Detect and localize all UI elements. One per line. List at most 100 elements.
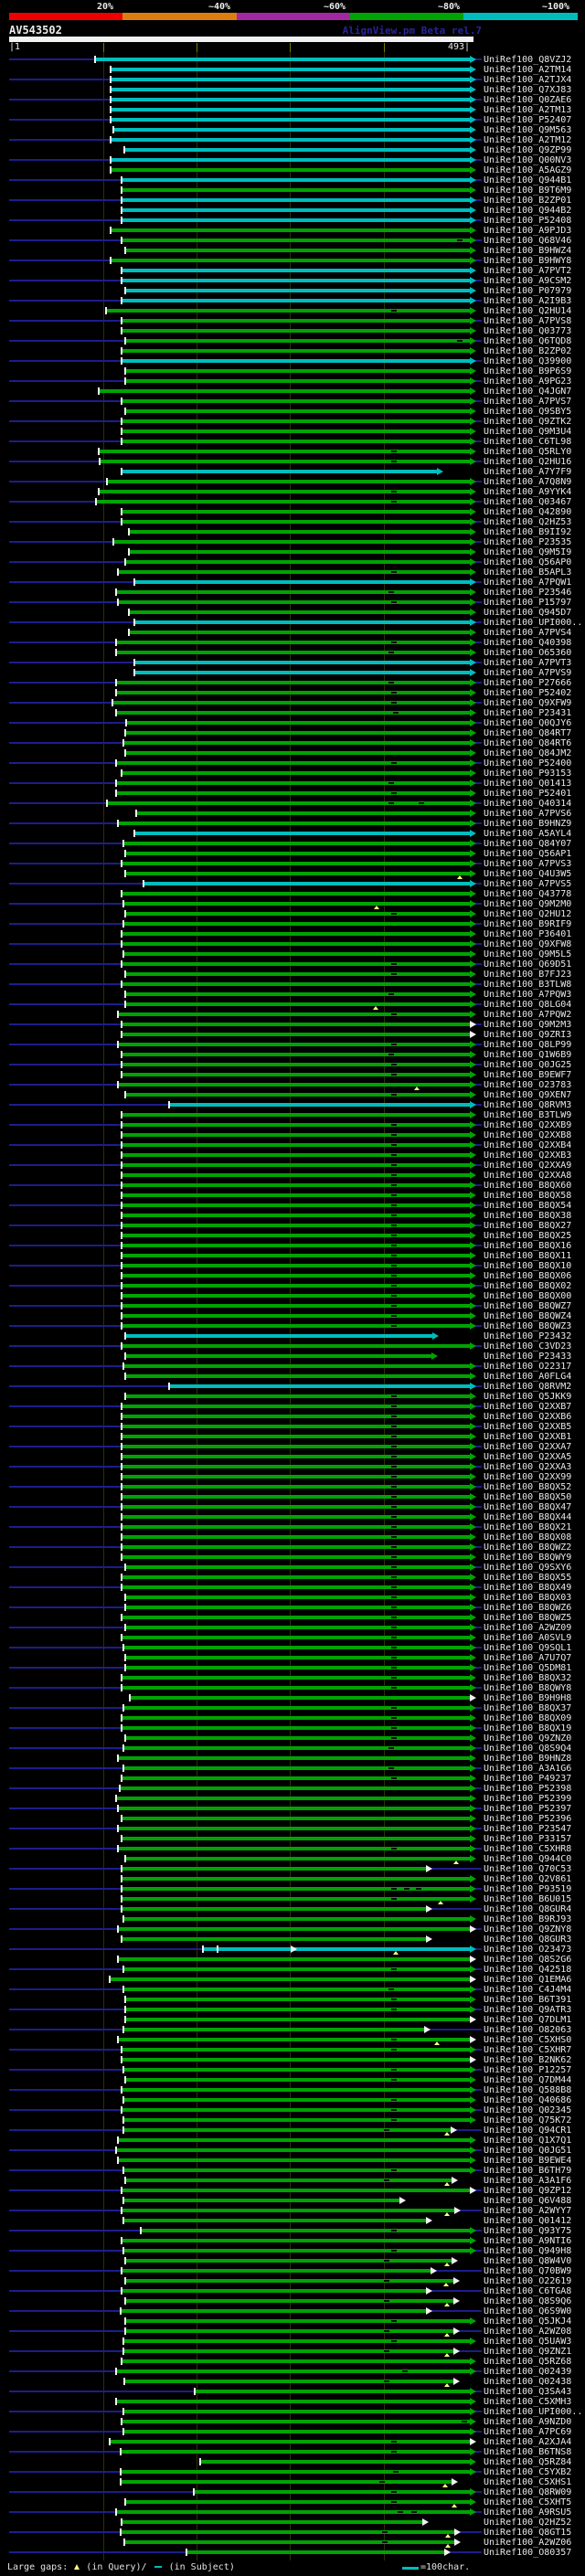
hit-label[interactable]: UniRef100_B8QX02 — [484, 1281, 571, 1291]
hit-row[interactable]: UniRef100_P27666 — [0, 678, 585, 688]
hit-row[interactable]: UniRef100_B9HNZ9 — [0, 819, 585, 829]
hit-row[interactable]: UniRef100_P23431 — [0, 708, 585, 718]
hit-row[interactable]: UniRef100_P23546 — [0, 588, 585, 598]
hit-row[interactable]: UniRef100_Q2XXA3 — [0, 1462, 585, 1472]
hit-label[interactable]: UniRef100_B5APL3 — [484, 567, 571, 578]
hit-row[interactable]: UniRef100_B8QX11 — [0, 1251, 585, 1261]
hit-label[interactable]: UniRef100_Q5JKJ4 — [484, 2316, 571, 2327]
hit-row[interactable]: UniRef100_Q5UAW3 — [0, 2337, 585, 2347]
hit-label[interactable]: UniRef100_Q9SQL1 — [484, 1643, 571, 1653]
hit-label[interactable]: UniRef100_Q7XJ83 — [484, 85, 571, 95]
hit-row[interactable]: UniRef100_Q9ZP99 — [0, 145, 585, 155]
hit-label[interactable]: UniRef100_B6U015 — [484, 1894, 571, 1904]
hit-label[interactable]: UniRef100_Q00NV3 — [484, 155, 571, 165]
hit-row[interactable]: UniRef100_Q70C53 — [0, 1864, 585, 1874]
hit-row[interactable]: UniRef100_Q8S9Q6 — [0, 2296, 585, 2306]
hit-label[interactable]: UniRef100_C4J4M4 — [484, 1985, 571, 1995]
hit-row[interactable]: UniRef100_A3A1F6 — [0, 2176, 585, 2186]
hit-label[interactable]: UniRef100_Q9XEN7 — [484, 1090, 571, 1100]
hit-row[interactable]: UniRef100_B8QX03 — [0, 1593, 585, 1603]
hit-row[interactable]: UniRef100_Q944B1 — [0, 175, 585, 186]
hit-label[interactable]: UniRef100_Q6S9W0 — [484, 2306, 571, 2316]
hit-label[interactable]: UniRef100_Q39900 — [484, 356, 571, 366]
hit-row[interactable]: UniRef100_P52407 — [0, 115, 585, 125]
hit-label[interactable]: UniRef100_UPI000.. — [484, 618, 582, 628]
hit-row[interactable]: UniRef100_Q6S9W0 — [0, 2306, 585, 2316]
hit-row[interactable]: UniRef100_P93153 — [0, 769, 585, 779]
hit-label[interactable]: UniRef100_P52399 — [484, 1794, 571, 1804]
hit-label[interactable]: UniRef100_Q9ZP99 — [484, 145, 571, 155]
hit-row[interactable]: UniRef100_Q4JGN7 — [0, 387, 585, 397]
hit-label[interactable]: UniRef100_Q9XFW8 — [484, 939, 571, 949]
hit-label[interactable]: UniRef100_Q2XXA8 — [484, 1171, 571, 1181]
hit-label[interactable]: UniRef100_Q2XX99 — [484, 1472, 571, 1482]
hit-row[interactable]: UniRef100_B8QX38 — [0, 1211, 585, 1221]
hit-label[interactable]: UniRef100_Q56AP1 — [484, 849, 571, 859]
hit-label[interactable]: UniRef100_P23535 — [484, 537, 571, 547]
hit-row[interactable]: UniRef100_Q40686 — [0, 2095, 585, 2105]
hit-row[interactable]: UniRef100_Q0JG25 — [0, 1060, 585, 1070]
hit-label[interactable]: UniRef100_B9H9H8 — [484, 1693, 571, 1703]
hit-row[interactable]: UniRef100_Q588B8 — [0, 2085, 585, 2095]
hit-row[interactable]: UniRef100_Q8S9Q4 — [0, 1744, 585, 1754]
hit-row[interactable]: UniRef100_Q93Y75 — [0, 2226, 585, 2236]
hit-row[interactable]: UniRef100_P23535 — [0, 537, 585, 547]
hit-row[interactable]: UniRef100_A9RSU5 — [0, 2507, 585, 2518]
hit-label[interactable]: UniRef100_O80357 — [484, 2548, 571, 2558]
hit-label[interactable]: UniRef100_A7U7Q7 — [484, 1653, 571, 1663]
hit-label[interactable]: UniRef100_Q7DM44 — [484, 2075, 571, 2085]
hit-row[interactable]: UniRef100_A2TJX4 — [0, 75, 585, 85]
hit-row[interactable]: UniRef100_Q1EMA6 — [0, 1975, 585, 1985]
hit-row[interactable]: UniRef100_A2WZ06 — [0, 2538, 585, 2548]
hit-row[interactable]: UniRef100_P52408 — [0, 216, 585, 226]
hit-label[interactable]: UniRef100_Q40314 — [484, 799, 571, 809]
hit-row[interactable]: UniRef100_A3A1G6 — [0, 1764, 585, 1774]
hit-row[interactable]: UniRef100_B8QX09 — [0, 1713, 585, 1723]
hit-label[interactable]: UniRef100_B8QX54 — [484, 1201, 571, 1211]
hit-row[interactable]: UniRef100_P12257 — [0, 2065, 585, 2075]
hit-label[interactable]: UniRef100_Q5RLY0 — [484, 447, 571, 457]
hit-row[interactable]: UniRef100_Q02345 — [0, 2105, 585, 2115]
hit-label[interactable]: UniRef100_Q2XXA7 — [484, 1442, 571, 1452]
hit-label[interactable]: UniRef100_B9EWE4 — [484, 2156, 571, 2166]
hit-label[interactable]: UniRef100_Q0ZAE6 — [484, 95, 571, 105]
hit-label[interactable]: UniRef100_O22317 — [484, 1362, 571, 1372]
hit-label[interactable]: UniRef100_A7PC69 — [484, 2427, 571, 2437]
hit-row[interactable]: UniRef100_C3VD23 — [0, 1341, 585, 1352]
hit-label[interactable]: UniRef100_P23431 — [484, 708, 571, 718]
hit-label[interactable]: UniRef100_UPI000.. — [484, 2407, 582, 2417]
hit-label[interactable]: UniRef100_B8QX08 — [484, 1532, 571, 1542]
hit-row[interactable]: UniRef100_A9PG23 — [0, 376, 585, 387]
hit-row[interactable]: UniRef100_A7PQW1 — [0, 578, 585, 588]
hit-label[interactable]: UniRef100_B8QWZ6 — [484, 1603, 571, 1613]
hit-label[interactable]: UniRef100_Q2HZ52 — [484, 2518, 571, 2528]
hit-label[interactable]: UniRef100_B9HNZ8 — [484, 1754, 571, 1764]
hit-label[interactable]: UniRef100_B8QX50 — [484, 1492, 571, 1502]
hit-label[interactable]: UniRef100_Q93Y75 — [484, 2226, 571, 2236]
hit-label[interactable]: UniRef100_Q0JG25 — [484, 1060, 571, 1070]
hit-row[interactable]: UniRef100_Q2XXA5 — [0, 1452, 585, 1462]
hit-label[interactable]: UniRef100_Q2XXB3 — [484, 1150, 571, 1161]
hit-row[interactable]: UniRef100_B6TH79 — [0, 2166, 585, 2176]
hit-label[interactable]: UniRef100_P49237 — [484, 1774, 571, 1784]
hit-label[interactable]: UniRef100_Q8GUR3 — [484, 1935, 571, 1945]
hit-label[interactable]: UniRef100_A7PVS7 — [484, 397, 571, 407]
hit-row[interactable]: UniRef100_Q945D7 — [0, 608, 585, 618]
hit-label[interactable]: UniRef100_P23432 — [484, 1331, 571, 1341]
hit-row[interactable]: UniRef100_Q84RT6 — [0, 738, 585, 748]
hit-label[interactable]: UniRef100_B8QWZ5 — [484, 1613, 571, 1623]
hit-label[interactable]: UniRef100_B2ZP01 — [484, 196, 571, 206]
hit-row[interactable]: UniRef100_B8QX47 — [0, 1502, 585, 1512]
hit-label[interactable]: UniRef100_Q9ZTK2 — [484, 417, 571, 427]
hit-label[interactable]: UniRef100_Q5DM81 — [484, 1663, 571, 1673]
hit-row[interactable]: UniRef100_A5AGZ9 — [0, 165, 585, 175]
hit-label[interactable]: UniRef100_A7Q8N9 — [484, 477, 571, 487]
hit-row[interactable]: UniRef100_A9NZD0 — [0, 2417, 585, 2427]
hit-label[interactable]: UniRef100_P52398 — [484, 1784, 571, 1794]
hit-label[interactable]: UniRef100_O65360 — [484, 648, 571, 658]
hit-label[interactable]: UniRef100_Q2XXB9 — [484, 1120, 571, 1130]
hit-label[interactable]: UniRef100_B8QWY9 — [484, 1553, 571, 1563]
hit-row[interactable]: UniRef100_A2TM12 — [0, 135, 585, 145]
hit-row[interactable]: UniRef100_O80357 — [0, 2548, 585, 2558]
hit-label[interactable]: UniRef100_Q2XXB8 — [484, 1130, 571, 1140]
